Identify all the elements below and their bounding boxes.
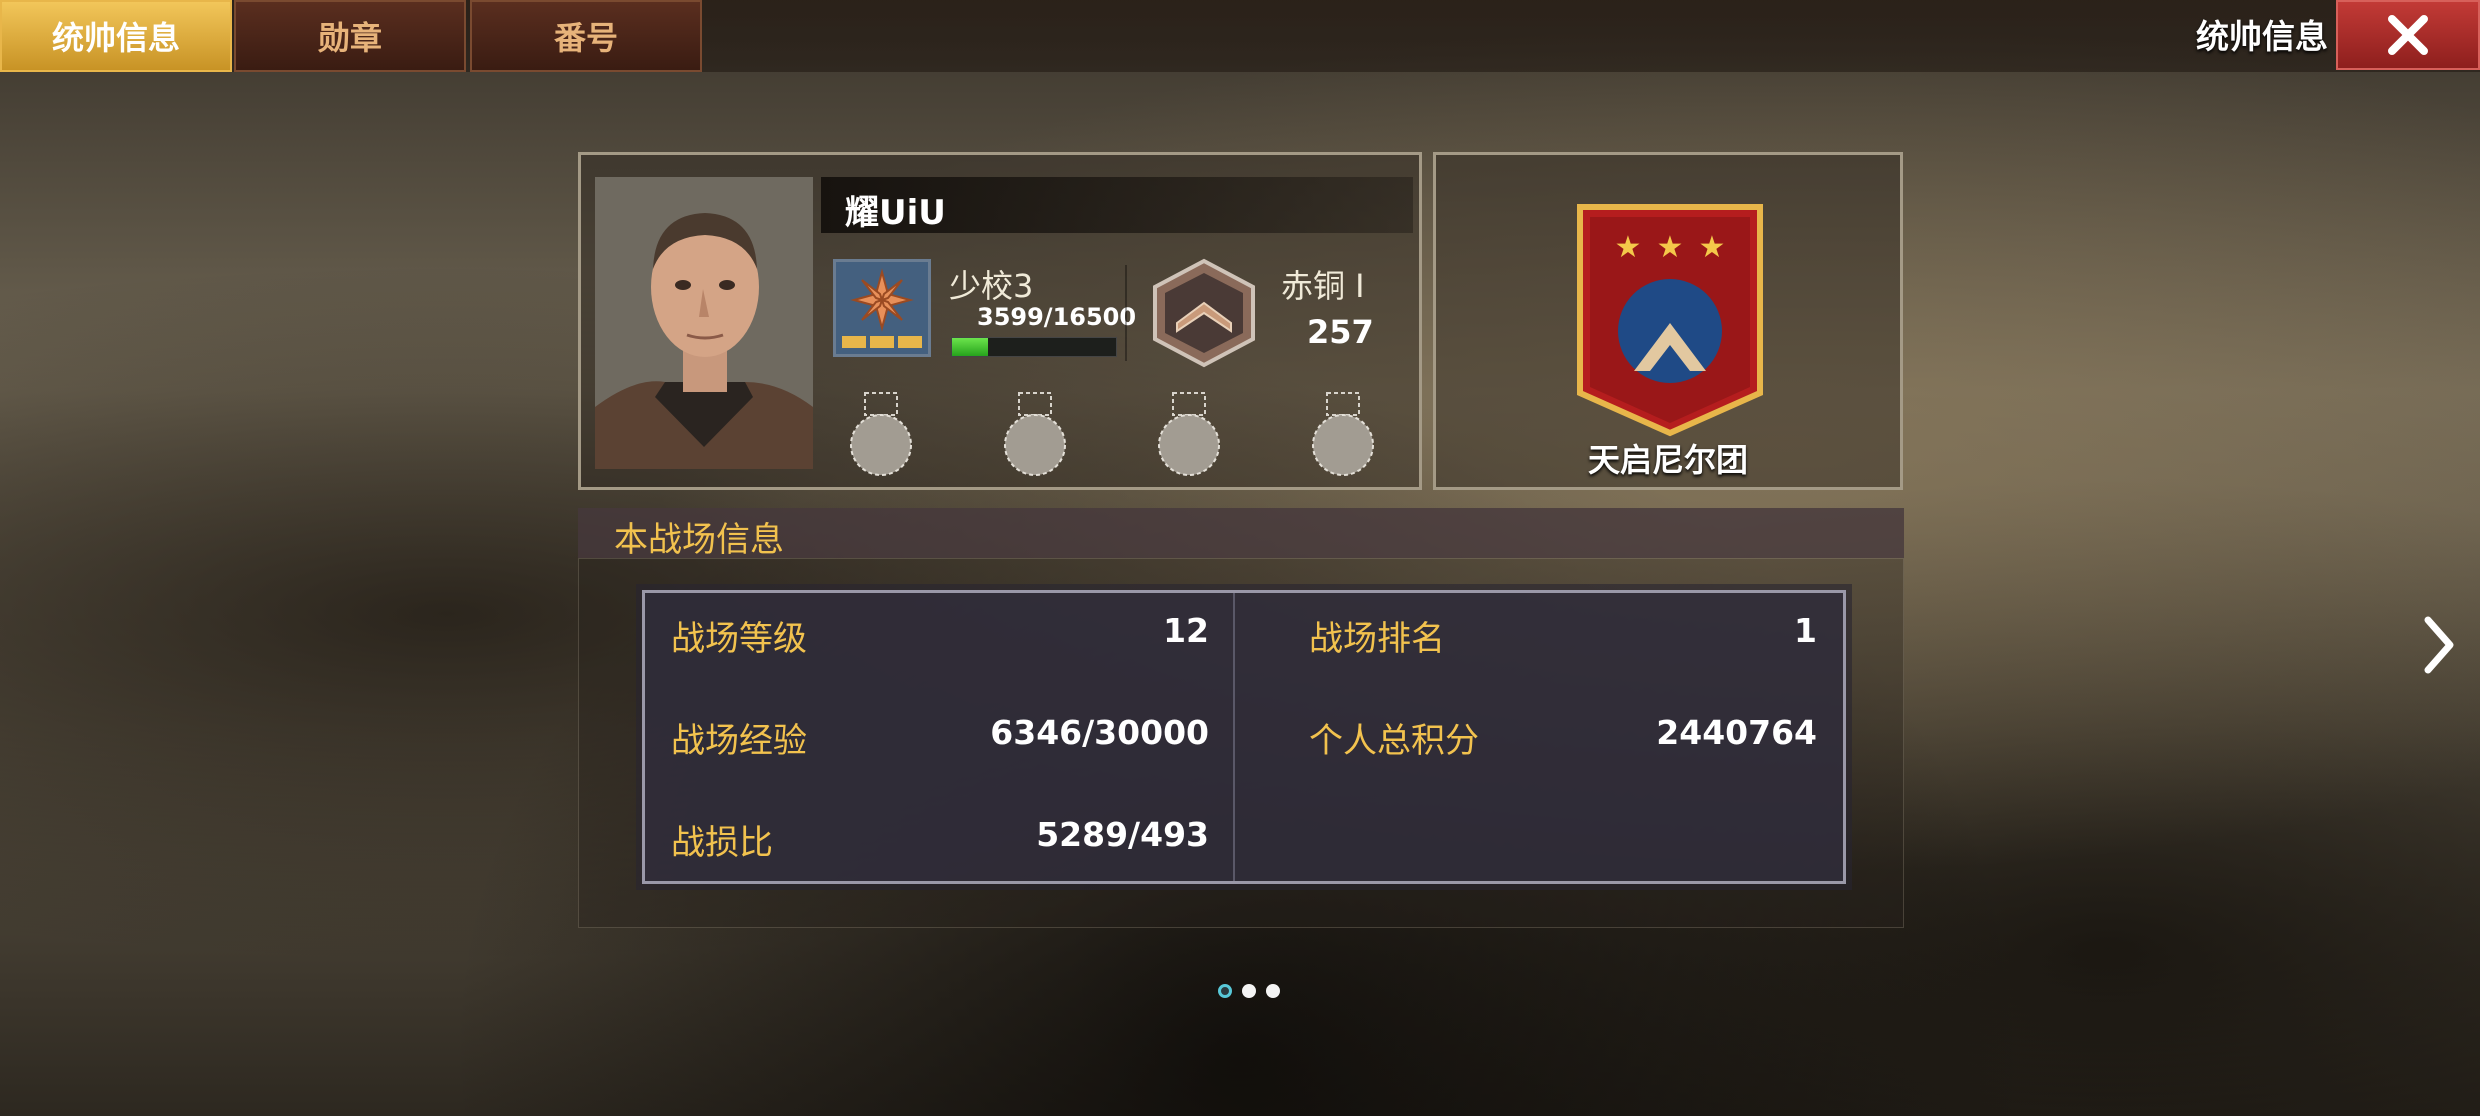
medal-slot[interactable] — [1307, 389, 1379, 479]
tab-label: 统帅信息 — [51, 19, 180, 57]
battlefield-section-header: 本战场信息 — [578, 508, 1904, 560]
rank-name: 少校3 — [949, 267, 1034, 305]
empty-medal-slot-icon — [850, 392, 912, 476]
column-divider — [1233, 593, 1235, 881]
legion-emblem-icon: ★ ★ ★ — [1577, 204, 1763, 437]
chevron-right-icon — [2424, 616, 2454, 674]
rank-exp-text: 3599/16500 — [977, 303, 1137, 331]
bronze-chevron-league-icon — [1153, 258, 1255, 368]
rank-exp-progress-bar — [951, 337, 1117, 357]
name-bar: 耀UiU — [821, 177, 1413, 233]
medal-slot[interactable] — [1153, 389, 1225, 479]
medal-slot[interactable] — [845, 389, 917, 479]
empty-medal-slot-icon — [1312, 392, 1374, 476]
stat-label-rank: 战场排名 — [1309, 619, 1445, 659]
stat-value-exp: 6346/30000 — [990, 713, 1209, 752]
tab-label: 勋章 — [317, 19, 382, 57]
stat-label-kd-ratio: 战损比 — [671, 823, 773, 863]
tab-label: 番号 — [553, 19, 618, 57]
divider — [1125, 265, 1127, 361]
medal-slot[interactable] — [999, 389, 1071, 479]
page-dot-active[interactable] — [1218, 984, 1232, 998]
rank-insignia[interactable] — [833, 259, 931, 357]
commander-portrait[interactable] — [595, 177, 813, 469]
section-title: 本战场信息 — [614, 520, 784, 560]
stat-value-rank: 1 — [1794, 611, 1817, 650]
close-x-icon — [2388, 15, 2428, 55]
page-dot[interactable] — [1242, 984, 1256, 998]
stat-label-total-score: 个人总积分 — [1309, 721, 1479, 761]
commander-face-icon — [595, 177, 813, 469]
svg-text:★: ★ — [1657, 230, 1684, 265]
rank-exp-progress-fill — [952, 338, 988, 356]
stat-label-level: 战场等级 — [671, 619, 807, 659]
tab-commander-info[interactable]: 统帅信息 — [0, 0, 232, 72]
legion-name: 天启尼尔团 — [1587, 441, 1748, 479]
close-button[interactable] — [2336, 0, 2480, 70]
stat-value-kd-ratio: 5289/493 — [1036, 815, 1209, 854]
commander-profile-card: 耀UiU 少校3 3599/16500 赤铜 I 257 — [578, 152, 1422, 490]
battlefield-stats-table: 战场等级 12 战场排名 1 战场经验 6346/30000 个人总积分 244… — [642, 590, 1846, 884]
page-dot[interactable] — [1266, 984, 1280, 998]
tab-unit-designation[interactable]: 番号 — [470, 0, 702, 72]
legion-card[interactable]: ★ ★ ★ 天启尼尔团 — [1433, 152, 1903, 490]
stat-value-level: 12 — [1163, 611, 1209, 650]
league-name: 赤铜 I — [1281, 267, 1365, 305]
empty-medal-slot-icon — [1158, 392, 1220, 476]
svg-text:★: ★ — [1699, 230, 1726, 265]
stat-value-total-score: 2440764 — [1656, 713, 1817, 752]
stat-label-exp: 战场经验 — [671, 721, 807, 761]
top-tab-bar: 统帅信息 勋章 番号 统帅信息 — [0, 0, 2480, 72]
commander-name: 耀UiU — [845, 193, 946, 233]
tab-medals[interactable]: 勋章 — [234, 0, 466, 72]
empty-medal-slot-icon — [1004, 392, 1066, 476]
page-indicator — [1218, 984, 1280, 998]
page-title: 统帅信息 — [2196, 17, 2328, 56]
next-page-button[interactable] — [2420, 610, 2460, 680]
oak-leaf-rank-icon — [836, 262, 928, 354]
league-score: 257 — [1307, 313, 1374, 351]
league-badge[interactable] — [1149, 257, 1259, 369]
svg-text:★: ★ — [1615, 230, 1642, 265]
legion-banner: ★ ★ ★ — [1576, 203, 1764, 437]
